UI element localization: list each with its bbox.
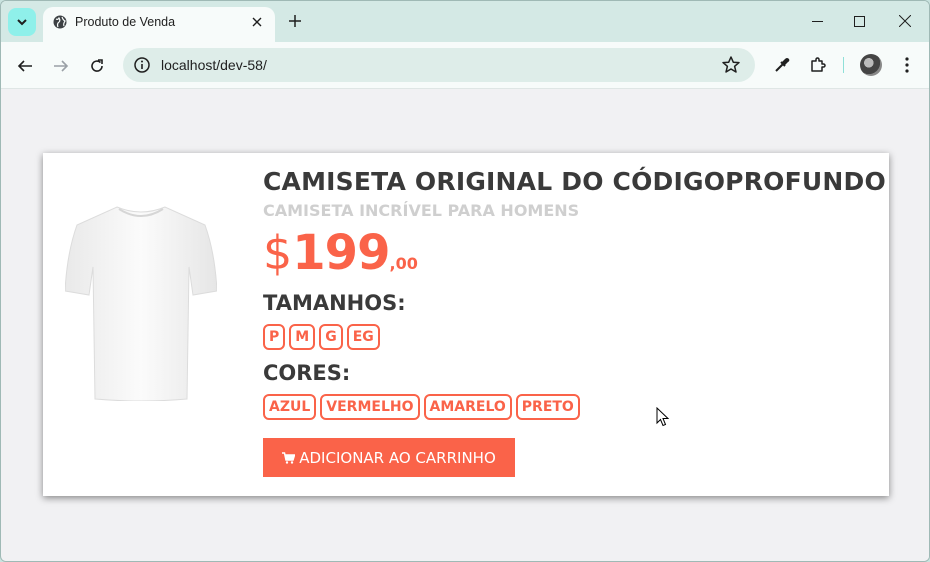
extensions-button[interactable] <box>807 54 829 76</box>
extensions-icon <box>811 57 826 72</box>
star-icon[interactable] <box>721 55 741 75</box>
tab-close-button[interactable] <box>247 12 267 32</box>
toolbar-divider <box>843 57 844 73</box>
color-option-azul[interactable]: AZUL <box>263 394 317 420</box>
color-option-amarelo[interactable]: AMARELO <box>423 394 512 420</box>
product-card: CAMISETA ORIGINAL DO CÓDIGOPROFUNDO CAMI… <box>43 153 889 496</box>
size-option-g[interactable]: G <box>319 324 343 350</box>
tshirt-image <box>65 206 217 401</box>
minimize-button[interactable] <box>807 11 827 31</box>
window-close-button[interactable] <box>895 11 915 31</box>
close-icon <box>252 17 262 27</box>
eyedropper-button[interactable] <box>771 54 793 76</box>
product-price: $199,00 <box>263 225 418 281</box>
colors-label: CORES: <box>263 361 351 385</box>
maximize-icon <box>853 15 865 27</box>
reload-button[interactable] <box>85 54 109 78</box>
minimize-icon <box>811 20 823 22</box>
color-options: AZUL VERMELHO AMARELO PRETO <box>263 394 580 420</box>
size-options: P M G EG <box>263 324 380 350</box>
price-decimal: ,00 <box>389 254 418 273</box>
mouse-cursor-icon <box>656 407 670 427</box>
profile-avatar[interactable] <box>860 54 882 76</box>
browser-window: Produto de Venda localhost/dev-58/ CAMIS… <box>0 0 930 562</box>
sizes-label: TAMANHOS: <box>263 291 406 315</box>
forward-button[interactable] <box>49 54 73 78</box>
back-button[interactable] <box>13 54 37 78</box>
add-to-cart-label: ADICIONAR AO CARRINHO <box>299 448 496 467</box>
new-tab-button[interactable] <box>284 10 306 32</box>
tab-strip: Produto de Venda <box>1 1 929 42</box>
menu-icon <box>905 57 909 73</box>
back-icon <box>17 60 32 72</box>
plus-icon <box>289 15 301 27</box>
maximize-button[interactable] <box>849 11 869 31</box>
size-option-m[interactable]: M <box>289 324 316 350</box>
menu-button[interactable] <box>896 54 918 76</box>
address-bar[interactable]: localhost/dev-58/ <box>123 48 755 82</box>
price-integer: 199 <box>292 225 390 281</box>
color-option-vermelho[interactable]: VERMELHO <box>320 394 420 420</box>
close-icon <box>899 15 911 27</box>
product-subtitle: CAMISETA INCRÍVEL PARA HOMENS <box>263 201 580 220</box>
color-option-preto[interactable]: PRETO <box>515 394 580 420</box>
price-currency: $ <box>263 226 293 280</box>
page-viewport: CAMISETA ORIGINAL DO CÓDIGOPROFUNDO CAMI… <box>2 89 929 561</box>
reload-icon <box>91 59 103 72</box>
product-title: CAMISETA ORIGINAL DO CÓDIGOPROFUNDO <box>263 167 886 196</box>
tab-search-button[interactable] <box>8 8 36 36</box>
active-tab[interactable]: Produto de Venda <box>43 7 275 42</box>
add-to-cart-button[interactable]: ADICIONAR AO CARRINHO <box>263 438 515 477</box>
tab-search-icon <box>17 19 27 26</box>
size-option-p[interactable]: P <box>263 324 286 350</box>
forward-icon <box>54 60 69 72</box>
eyedropper-icon <box>775 58 790 72</box>
url-text[interactable]: localhost/dev-58/ <box>161 57 267 73</box>
cart-icon <box>282 451 296 464</box>
size-option-eg[interactable]: EG <box>346 324 380 350</box>
info-icon[interactable] <box>133 56 151 74</box>
tab-title: Produto de Venda <box>75 15 176 29</box>
globe-icon <box>53 15 67 29</box>
browser-toolbar: localhost/dev-58/ <box>1 42 929 89</box>
